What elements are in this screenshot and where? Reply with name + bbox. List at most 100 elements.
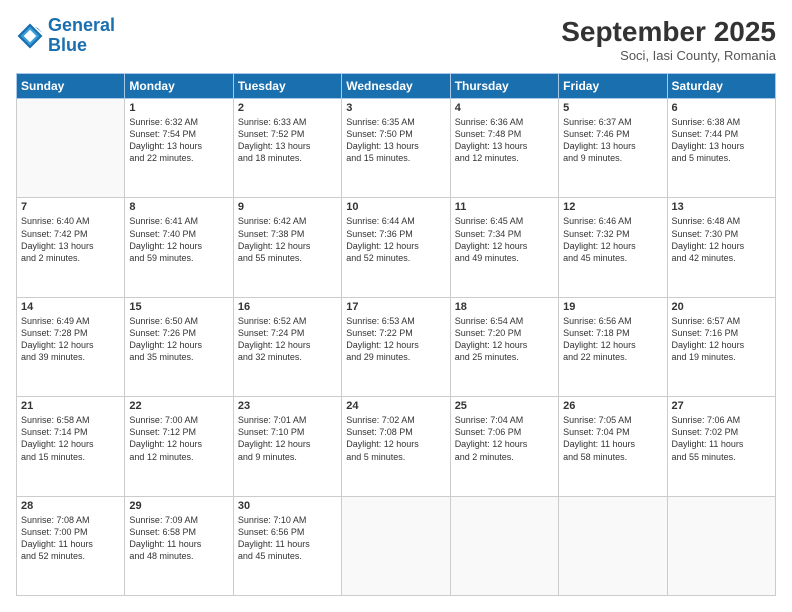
page: General Blue September 2025 Soci, Iasi C…	[0, 0, 792, 612]
calendar-cell: 8Sunrise: 6:41 AM Sunset: 7:40 PM Daylig…	[125, 198, 233, 297]
calendar-cell: 15Sunrise: 6:50 AM Sunset: 7:26 PM Dayli…	[125, 297, 233, 396]
logo-line2: Blue	[48, 35, 87, 55]
calendar-cell: 20 Sunrise: 6:57 AM Sunset: 7:16 PM Dayli…	[667, 297, 775, 396]
calendar-header-row: SundayMondayTuesdayWednesdayThursdayFrid…	[17, 74, 776, 99]
calendar-cell: 27 Sunrise: 7:06 AM Sunset: 7:02 PM Dayli…	[667, 397, 775, 496]
calendar-cell: 13 Sunrise: 6:48 AM Sunset: 7:30 PM Dayli…	[667, 198, 775, 297]
calendar-cell: 3 Sunrise: 6:35 AM Sunset: 7:50 PM Daylig…	[342, 99, 450, 198]
calendar-cell: 25 Sunrise: 7:04 AM Sunset: 7:06 PM Dayli…	[450, 397, 558, 496]
cell-details: Sunrise: 7:00 AM Sunset: 7:12 PM Dayligh…	[129, 414, 228, 463]
day-number: 16	[238, 301, 337, 313]
cell-details: Sunrise: 6:32 AM Sunset: 7:54 PM Dayligh…	[129, 116, 228, 165]
day-number: 6	[672, 102, 771, 114]
header: General Blue September 2025 Soci, Iasi C…	[16, 16, 776, 63]
calendar-cell	[342, 496, 450, 595]
cell-details: Sunrise: 7:04 AM Sunset: 7:06 PM Dayligh…	[455, 414, 554, 463]
calendar-cell: 17Sunrise: 6:53 AM Sunset: 7:22 PM Dayli…	[342, 297, 450, 396]
cell-details: Sunrise: 7:10 AM Sunset: 6:56 PM Dayligh…	[238, 514, 337, 563]
day-number: 17	[346, 301, 445, 313]
calendar-cell: 2 Sunrise: 6:33 AM Sunset: 7:52 PM Daylig…	[233, 99, 341, 198]
col-header-sunday: Sunday	[17, 74, 125, 99]
day-number: 5	[563, 102, 662, 114]
month-title: September 2025	[561, 16, 776, 48]
col-header-wednesday: Wednesday	[342, 74, 450, 99]
calendar-cell: 29 Sunrise: 7:09 AM Sunset: 6:58 PM Dayli…	[125, 496, 233, 595]
cell-details: Sunrise: 6:46 AM Sunset: 7:32 PM Dayligh…	[563, 215, 662, 264]
calendar-cell: 16 Sunrise: 6:52 AM Sunset: 7:24 PM Dayli…	[233, 297, 341, 396]
cell-details: Sunrise: 7:09 AM Sunset: 6:58 PM Dayligh…	[129, 514, 228, 563]
cell-details: Sunrise: 6:35 AM Sunset: 7:50 PM Dayligh…	[346, 116, 445, 165]
day-number: 30	[238, 500, 337, 512]
day-number: 21	[21, 400, 120, 412]
calendar-cell: 23 Sunrise: 7:01 AM Sunset: 7:10 PM Dayli…	[233, 397, 341, 496]
cell-details: Sunrise: 6:49 AM Sunset: 7:28 PM Dayligh…	[21, 315, 120, 364]
day-number: 8	[129, 201, 228, 213]
logo-text: General Blue	[48, 16, 115, 56]
day-number: 11	[455, 201, 554, 213]
calendar-cell: 7 Sunrise: 6:40 AM Sunset: 7:42 PM Daylig…	[17, 198, 125, 297]
day-number: 10	[346, 201, 445, 213]
logo: General Blue	[16, 16, 115, 56]
day-number: 15	[129, 301, 228, 313]
cell-details: Sunrise: 7:01 AM Sunset: 7:10 PM Dayligh…	[238, 414, 337, 463]
day-number: 3	[346, 102, 445, 114]
day-number: 9	[238, 201, 337, 213]
cell-details: Sunrise: 6:40 AM Sunset: 7:42 PM Dayligh…	[21, 215, 120, 264]
cell-details: Sunrise: 6:48 AM Sunset: 7:30 PM Dayligh…	[672, 215, 771, 264]
cell-details: Sunrise: 6:33 AM Sunset: 7:52 PM Dayligh…	[238, 116, 337, 165]
day-number: 28	[21, 500, 120, 512]
calendar-cell: 30 Sunrise: 7:10 AM Sunset: 6:56 PM Dayli…	[233, 496, 341, 595]
col-header-thursday: Thursday	[450, 74, 558, 99]
day-number: 1	[129, 102, 228, 114]
logo-line1: General	[48, 15, 115, 35]
cell-details: Sunrise: 6:42 AM Sunset: 7:38 PM Dayligh…	[238, 215, 337, 264]
calendar-cell: 18 Sunrise: 6:54 AM Sunset: 7:20 PM Dayli…	[450, 297, 558, 396]
cell-details: Sunrise: 6:57 AM Sunset: 7:16 PM Dayligh…	[672, 315, 771, 364]
day-number: 18	[455, 301, 554, 313]
day-number: 19	[563, 301, 662, 313]
calendar-week-row: 14Sunrise: 6:49 AM Sunset: 7:28 PM Dayli…	[17, 297, 776, 396]
calendar-cell	[17, 99, 125, 198]
cell-details: Sunrise: 6:54 AM Sunset: 7:20 PM Dayligh…	[455, 315, 554, 364]
day-number: 25	[455, 400, 554, 412]
calendar-cell: 14Sunrise: 6:49 AM Sunset: 7:28 PM Dayli…	[17, 297, 125, 396]
day-number: 24	[346, 400, 445, 412]
calendar-cell: 24 Sunrise: 7:02 AM Sunset: 7:08 PM Dayli…	[342, 397, 450, 496]
calendar-week-row: 1 Sunrise: 6:32 AM Sunset: 7:54 PM Daylig…	[17, 99, 776, 198]
col-header-tuesday: Tuesday	[233, 74, 341, 99]
calendar-cell: 1 Sunrise: 6:32 AM Sunset: 7:54 PM Daylig…	[125, 99, 233, 198]
day-number: 23	[238, 400, 337, 412]
calendar-cell: 26Sunrise: 7:05 AM Sunset: 7:04 PM Dayli…	[559, 397, 667, 496]
calendar-cell: 21 Sunrise: 6:58 AM Sunset: 7:14 PM Dayli…	[17, 397, 125, 496]
day-number: 20	[672, 301, 771, 313]
calendar-cell: 10Sunrise: 6:44 AM Sunset: 7:36 PM Dayli…	[342, 198, 450, 297]
cell-details: Sunrise: 7:02 AM Sunset: 7:08 PM Dayligh…	[346, 414, 445, 463]
calendar-cell	[667, 496, 775, 595]
cell-details: Sunrise: 6:37 AM Sunset: 7:46 PM Dayligh…	[563, 116, 662, 165]
calendar-cell: 11 Sunrise: 6:45 AM Sunset: 7:34 PM Dayli…	[450, 198, 558, 297]
cell-details: Sunrise: 6:36 AM Sunset: 7:48 PM Dayligh…	[455, 116, 554, 165]
day-number: 26	[563, 400, 662, 412]
calendar-week-row: 21 Sunrise: 6:58 AM Sunset: 7:14 PM Dayli…	[17, 397, 776, 496]
cell-details: Sunrise: 6:58 AM Sunset: 7:14 PM Dayligh…	[21, 414, 120, 463]
cell-details: Sunrise: 7:08 AM Sunset: 7:00 PM Dayligh…	[21, 514, 120, 563]
day-number: 22	[129, 400, 228, 412]
cell-details: Sunrise: 6:45 AM Sunset: 7:34 PM Dayligh…	[455, 215, 554, 264]
col-header-monday: Monday	[125, 74, 233, 99]
cell-details: Sunrise: 6:56 AM Sunset: 7:18 PM Dayligh…	[563, 315, 662, 364]
calendar-cell	[559, 496, 667, 595]
day-number: 27	[672, 400, 771, 412]
calendar-week-row: 7 Sunrise: 6:40 AM Sunset: 7:42 PM Daylig…	[17, 198, 776, 297]
day-number: 29	[129, 500, 228, 512]
day-number: 7	[21, 201, 120, 213]
location: Soci, Iasi County, Romania	[561, 48, 776, 63]
cell-details: Sunrise: 7:06 AM Sunset: 7:02 PM Dayligh…	[672, 414, 771, 463]
day-number: 12	[563, 201, 662, 213]
calendar-cell: 6 Sunrise: 6:38 AM Sunset: 7:44 PM Daylig…	[667, 99, 775, 198]
day-number: 2	[238, 102, 337, 114]
day-number: 4	[455, 102, 554, 114]
cell-details: Sunrise: 6:52 AM Sunset: 7:24 PM Dayligh…	[238, 315, 337, 364]
calendar-cell: 22 Sunrise: 7:00 AM Sunset: 7:12 PM Dayli…	[125, 397, 233, 496]
day-number: 13	[672, 201, 771, 213]
cell-details: Sunrise: 6:38 AM Sunset: 7:44 PM Dayligh…	[672, 116, 771, 165]
